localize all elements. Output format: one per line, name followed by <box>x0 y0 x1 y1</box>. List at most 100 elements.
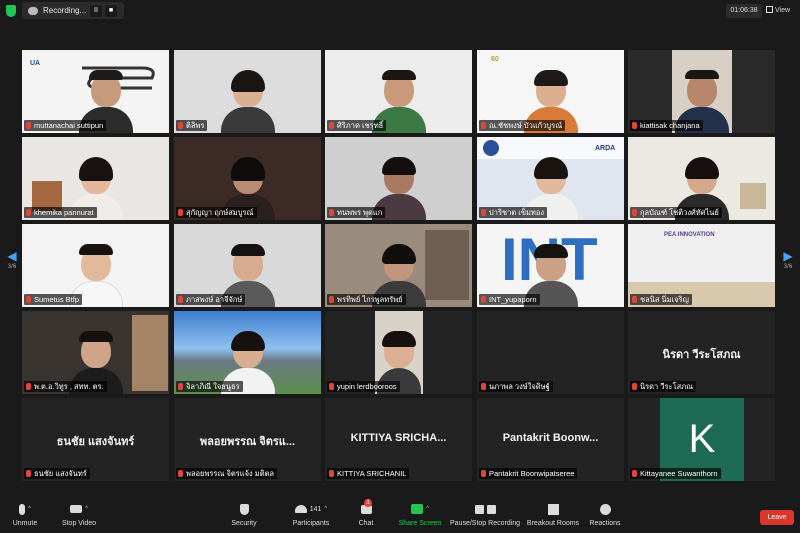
muted-mic-icon <box>329 122 334 129</box>
participant-name: kiattisak chanjana <box>630 120 703 131</box>
participant-name: สุกัญญา ฤกษ์สมบูรณ์ <box>176 207 257 218</box>
participant-tile[interactable]: สุกัญญา ฤกษ์สมบูรณ์ <box>174 137 321 220</box>
muted-mic-icon <box>19 503 26 515</box>
participant-tile[interactable]: yupin lerdbooroos <box>325 311 472 394</box>
reactions-button[interactable]: Reactions <box>588 502 622 527</box>
chevron-up-icon[interactable]: ^ <box>85 506 88 512</box>
leave-button[interactable]: Leave <box>760 510 794 525</box>
participant-tile[interactable]: PEA INNOVATION ชลนิส นิ่มเจริญ <box>628 224 775 307</box>
participant-name: ภาสพงษ์ อาจีจักษ์ <box>176 294 246 305</box>
participant-name: ธนชัย แสงจันทร์ <box>24 468 90 479</box>
participant-tile[interactable]: ARDA ปาริชาต เข็มทอง <box>477 137 624 220</box>
pause-recording-button[interactable]: II <box>90 4 102 17</box>
unread-badge: 1 <box>364 499 372 507</box>
participant-name: KITTIYA SRICHANIL <box>327 468 410 479</box>
share-screen-button[interactable]: ^ Share Screen <box>396 502 444 527</box>
participant-tile[interactable]: ภาสพงษ์ อาจีจักษ์ <box>174 224 321 307</box>
gallery-view: UA muttanachai suttipun ติลิพร ศิริภาค เ… <box>22 50 778 482</box>
muted-mic-icon <box>329 296 334 303</box>
anniversary-logo: 60 <box>491 56 499 63</box>
participant-display-name: ธนชัย แสงจันทร์ <box>56 436 135 448</box>
arda-logo: ARDA <box>595 145 616 152</box>
participant-display-name: พลอยพรรณ จิตรแ... <box>199 436 296 448</box>
stop-video-button[interactable]: ^ Stop Video <box>60 502 98 527</box>
participant-tile[interactable]: พลอยพรรณ จิตรแ... พลอยพรรณ จิตรแจ้ง มติต… <box>174 398 321 481</box>
muted-mic-icon <box>481 470 486 477</box>
muted-mic-icon <box>26 122 31 129</box>
participant-name: khemika pannurat <box>24 207 97 218</box>
muted-mic-icon <box>481 122 486 129</box>
muted-mic-icon <box>178 122 183 129</box>
muted-mic-icon <box>632 122 637 129</box>
pause-stop-recording-button[interactable]: Pause/Stop Recording <box>450 502 520 527</box>
participant-name: Kittayanee Suwanthorn <box>630 468 721 479</box>
muted-mic-icon <box>26 209 31 216</box>
participant-tile[interactable]: K Kittayanee Suwanthorn <box>628 398 775 481</box>
muted-mic-icon <box>329 470 334 477</box>
chevron-up-icon[interactable]: ^ <box>324 506 327 512</box>
participants-button[interactable]: 141 ^ Participants <box>286 502 336 527</box>
people-icon <box>294 505 307 513</box>
participant-tile[interactable]: INT INT_yupaporn <box>477 224 624 307</box>
participant-video <box>219 67 277 133</box>
participant-tile[interactable]: นภาพล วงษ์ใจดิษฐ์ <box>477 311 624 394</box>
muted-mic-icon <box>329 209 334 216</box>
participant-tile[interactable]: จิลาภิณี ใจธนูธร <box>174 311 321 394</box>
unmute-button[interactable]: ^ Unmute <box>10 502 40 527</box>
participant-name: Pantakrit Boonwipatseree <box>479 468 578 479</box>
chat-button[interactable]: 1 Chat <box>356 499 376 527</box>
agency-logo-icon <box>483 140 499 156</box>
participant-name: กุลบัณฑ์ โชติวงศ์ทัศไนย์ <box>630 207 722 218</box>
participant-tile[interactable]: ทนพพร พุดแก <box>325 137 472 220</box>
participant-name: พลอยพรรณ จิตรแจ้ง มติตล <box>176 468 278 479</box>
participant-tile[interactable]: พรทิพย์ ไกรพูลทรัพย์ <box>325 224 472 307</box>
smiley-icon <box>599 503 611 515</box>
next-page-button[interactable]: ▶ 3/6 <box>778 248 798 284</box>
participant-name: INT_yupaporn <box>479 294 540 305</box>
video-camera-icon <box>70 505 83 513</box>
participant-tile[interactable]: khemika pannurat <box>22 137 169 220</box>
top-bar: Recording... II ■ 01:06:38 View <box>0 0 800 22</box>
participant-name: นภาพล วงษ์ใจดิษฐ์ <box>479 381 553 392</box>
previous-page-button[interactable]: ◀ 3/6 <box>2 248 22 284</box>
view-button[interactable]: View <box>766 4 796 18</box>
recording-label: Recording... <box>43 6 87 15</box>
participant-tile[interactable]: นิรดา วีระโสภณ นิรดา วีระโสภณ <box>628 311 775 394</box>
stop-recording-button[interactable]: ■ <box>105 4 117 17</box>
chevron-up-icon[interactable]: ^ <box>426 506 429 512</box>
breakout-rooms-button[interactable]: Breakout Rooms <box>526 502 580 527</box>
participant-tile[interactable]: Pantakrit Boonw... Pantakrit Boonwipatse… <box>477 398 624 481</box>
participant-tile[interactable]: Sumetus Btfp <box>22 224 169 307</box>
participant-tile[interactable]: ธนชัย แสงจันทร์ ธนชัย แสงจันทร์ <box>22 398 169 481</box>
share-screen-icon <box>411 504 424 514</box>
participant-display-name: Pantakrit Boonw... <box>502 432 599 444</box>
ua-logo: UA <box>30 60 41 67</box>
participant-name: ชลนิส นิ่มเจริญ <box>630 294 692 305</box>
security-button[interactable]: Security <box>228 502 260 527</box>
muted-mic-icon <box>481 209 486 216</box>
muted-mic-icon <box>329 383 334 390</box>
chevron-right-icon: ▶ <box>783 249 793 263</box>
participant-tile[interactable]: ติลิพร <box>174 50 321 133</box>
participant-name: ติลิพร <box>176 120 208 131</box>
participant-tile[interactable]: พ.ต.อ.วิทูร , สทท. ตร. <box>22 311 169 394</box>
shield-icon[interactable] <box>6 5 16 17</box>
participant-tile[interactable]: kiattisak chanjana <box>628 50 775 133</box>
participant-tile[interactable]: 60 ณ.ชัชพงษ์ บัวแก้วบูรณ์ <box>477 50 624 133</box>
participant-tile[interactable]: กุลบัณฑ์ โชติวงศ์ทัศไนย์ <box>628 137 775 220</box>
view-label: View <box>775 7 791 14</box>
grid-icon <box>766 6 773 13</box>
chevron-up-icon[interactable]: ^ <box>28 506 31 512</box>
participant-tile[interactable]: ศิริภาค เชรุทธิ์ <box>325 50 472 133</box>
muted-mic-icon <box>178 383 183 390</box>
muted-mic-icon <box>178 296 183 303</box>
page-indicator-left: 3/6 <box>7 264 17 270</box>
participant-tile[interactable]: KITTIYA SRICHA... KITTIYA SRICHANIL <box>325 398 472 481</box>
participant-display-name: KITTIYA SRICHA... <box>350 432 447 444</box>
participant-name: Sumetus Btfp <box>24 294 83 305</box>
muted-mic-icon <box>26 470 31 477</box>
muted-mic-icon <box>178 470 183 477</box>
participant-tile[interactable]: UA muttanachai suttipun <box>22 50 169 133</box>
participant-name: จิลาภิณี ใจธนูธร <box>176 381 243 392</box>
participant-name: ณ.ชัชพงษ์ บัวแก้วบูรณ์ <box>479 120 566 131</box>
